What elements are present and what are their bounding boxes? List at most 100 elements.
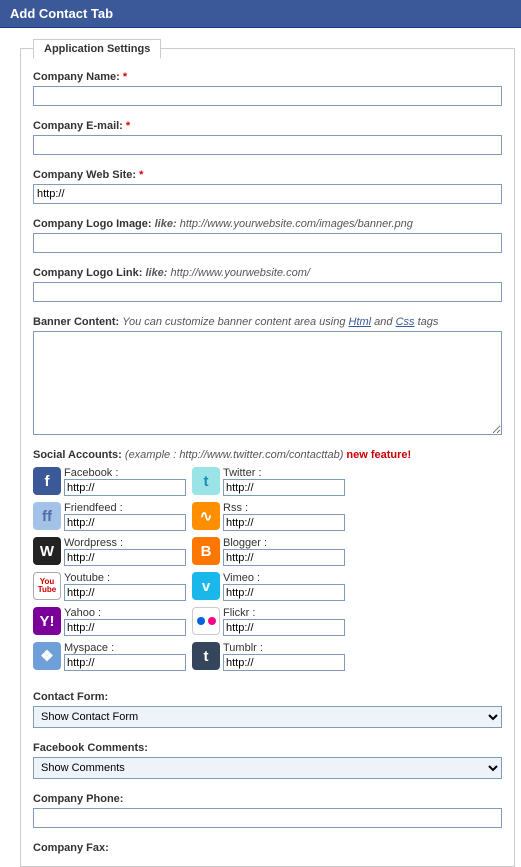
rss-icon: ∿: [192, 502, 220, 530]
input-flickr[interactable]: [223, 619, 345, 636]
myspace-icon: ❖: [33, 642, 61, 670]
twitter-icon: t: [192, 467, 220, 495]
input-logo-link[interactable]: [33, 282, 502, 302]
label-facebook: Facebook :: [64, 467, 186, 479]
input-facebook[interactable]: [64, 479, 186, 496]
label-rss: Rss :: [223, 502, 345, 514]
input-company-email[interactable]: [33, 135, 502, 155]
social-fields: Friendfeed :: [64, 502, 186, 531]
link-html[interactable]: Html: [349, 316, 372, 328]
label-logo-link: Company Logo Link:: [33, 267, 142, 279]
label-vimeo: Vimeo :: [223, 572, 345, 584]
select-contact-form[interactable]: Show Contact Form: [33, 706, 502, 728]
hint-prefix: like:: [145, 267, 167, 279]
row-company-fax: Company Fax:: [33, 842, 502, 854]
social-cell-yahoo: Y!Yahoo :: [33, 607, 186, 636]
facebook-icon: f: [33, 467, 61, 495]
hint-text: and: [371, 316, 395, 328]
social-cell-vimeo: vVimeo :: [192, 572, 345, 601]
input-twitter[interactable]: [223, 479, 345, 496]
label-company-fax: Company Fax:: [33, 842, 109, 854]
hint-banner: You can customize banner content area us…: [122, 316, 438, 328]
label-flickr: Flickr :: [223, 607, 345, 619]
input-myspace[interactable]: [64, 654, 186, 671]
label-twitter: Twitter :: [223, 467, 345, 479]
social-cell-wordpress: WWordpress :: [33, 537, 186, 566]
input-youtube[interactable]: [64, 584, 186, 601]
hint-social: (example : http://www.twitter.com/contac…: [125, 449, 343, 461]
label-company-name: Company Name:: [33, 71, 120, 83]
hint-text: http://www.yourwebsite.com/images/banner…: [180, 218, 413, 230]
label-company-phone: Company Phone:: [33, 793, 123, 805]
row-social: Social Accounts: (example : http://www.t…: [33, 449, 502, 677]
hint-logo-link: like: http://www.yourwebsite.com/: [145, 267, 309, 279]
tumblr-icon: t: [192, 642, 220, 670]
label-friendfeed: Friendfeed :: [64, 502, 186, 514]
input-yahoo[interactable]: [64, 619, 186, 636]
social-cell-flickr: Flickr :: [192, 607, 345, 636]
input-friendfeed[interactable]: [64, 514, 186, 531]
label-logo-image: Company Logo Image:: [33, 218, 152, 230]
label-banner: Banner Content:: [33, 316, 119, 328]
flickr-icon: [192, 607, 220, 635]
input-company-phone[interactable]: [33, 808, 502, 828]
social-fields: Youtube :: [64, 572, 186, 601]
label-contact-form: Contact Form:: [33, 691, 108, 703]
required-mark: *: [126, 120, 130, 132]
hint-prefix: like:: [155, 218, 177, 230]
label-fb-comments: Facebook Comments:: [33, 742, 148, 754]
youtube-icon: You Tube: [33, 572, 61, 600]
friendfeed-icon: ff: [33, 502, 61, 530]
row-banner: Banner Content: You can customize banner…: [33, 316, 502, 435]
label-myspace: Myspace :: [64, 642, 186, 654]
label-tumblr: Tumblr :: [223, 642, 345, 654]
link-css[interactable]: Css: [396, 316, 415, 328]
social-fields: Blogger :: [223, 537, 345, 566]
input-company-web[interactable]: [33, 184, 502, 204]
row-logo-link: Company Logo Link: like: http://www.your…: [33, 267, 502, 302]
social-cell-blogger: BBlogger :: [192, 537, 345, 566]
social-cell-youtube: You TubeYoutube :: [33, 572, 186, 601]
social-cell-myspace: ❖Myspace :: [33, 642, 186, 671]
social-fields: Yahoo :: [64, 607, 186, 636]
badge-new-feature: new feature!: [346, 449, 411, 461]
hint-text: You can customize banner content area us…: [122, 316, 348, 328]
application-settings-fieldset: Application Settings Company Name: * Com…: [20, 48, 515, 867]
vimeo-icon: v: [192, 572, 220, 600]
social-fields: Vimeo :: [223, 572, 345, 601]
label-youtube: Youtube :: [64, 572, 186, 584]
input-company-name[interactable]: [33, 86, 502, 106]
row-company-web: Company Web Site: *: [33, 169, 502, 204]
required-mark: *: [139, 169, 143, 181]
input-wordpress[interactable]: [64, 549, 186, 566]
social-cell-friendfeed: ffFriendfeed :: [33, 502, 186, 531]
page: Application Settings Company Name: * Com…: [0, 28, 521, 867]
textarea-banner[interactable]: [33, 331, 502, 435]
input-rss[interactable]: [223, 514, 345, 531]
title-bar: Add Contact Tab: [0, 0, 521, 28]
social-fields: Rss :: [223, 502, 345, 531]
input-logo-image[interactable]: [33, 233, 502, 253]
row-company-email: Company E-mail: *: [33, 120, 502, 155]
social-fields: Myspace :: [64, 642, 186, 671]
blogger-icon: B: [192, 537, 220, 565]
input-tumblr[interactable]: [223, 654, 345, 671]
row-fb-comments: Facebook Comments: Show Comments: [33, 742, 502, 779]
hint-text: tags: [415, 316, 439, 328]
input-blogger[interactable]: [223, 549, 345, 566]
input-vimeo[interactable]: [223, 584, 345, 601]
social-cell-rss: ∿Rss :: [192, 502, 345, 531]
social-fields: Facebook :: [64, 467, 186, 496]
social-fields: Tumblr :: [223, 642, 345, 671]
social-fields: Flickr :: [223, 607, 345, 636]
social-fields: Wordpress :: [64, 537, 186, 566]
required-mark: *: [123, 71, 127, 83]
wordpress-icon: W: [33, 537, 61, 565]
select-fb-comments[interactable]: Show Comments: [33, 757, 502, 779]
fieldset-legend: Application Settings: [33, 39, 161, 59]
social-fields: Twitter :: [223, 467, 345, 496]
row-logo-image: Company Logo Image: like: http://www.you…: [33, 218, 502, 253]
label-company-web: Company Web Site:: [33, 169, 136, 181]
hint-text: http://www.yourwebsite.com/: [171, 267, 310, 279]
label-blogger: Blogger :: [223, 537, 345, 549]
